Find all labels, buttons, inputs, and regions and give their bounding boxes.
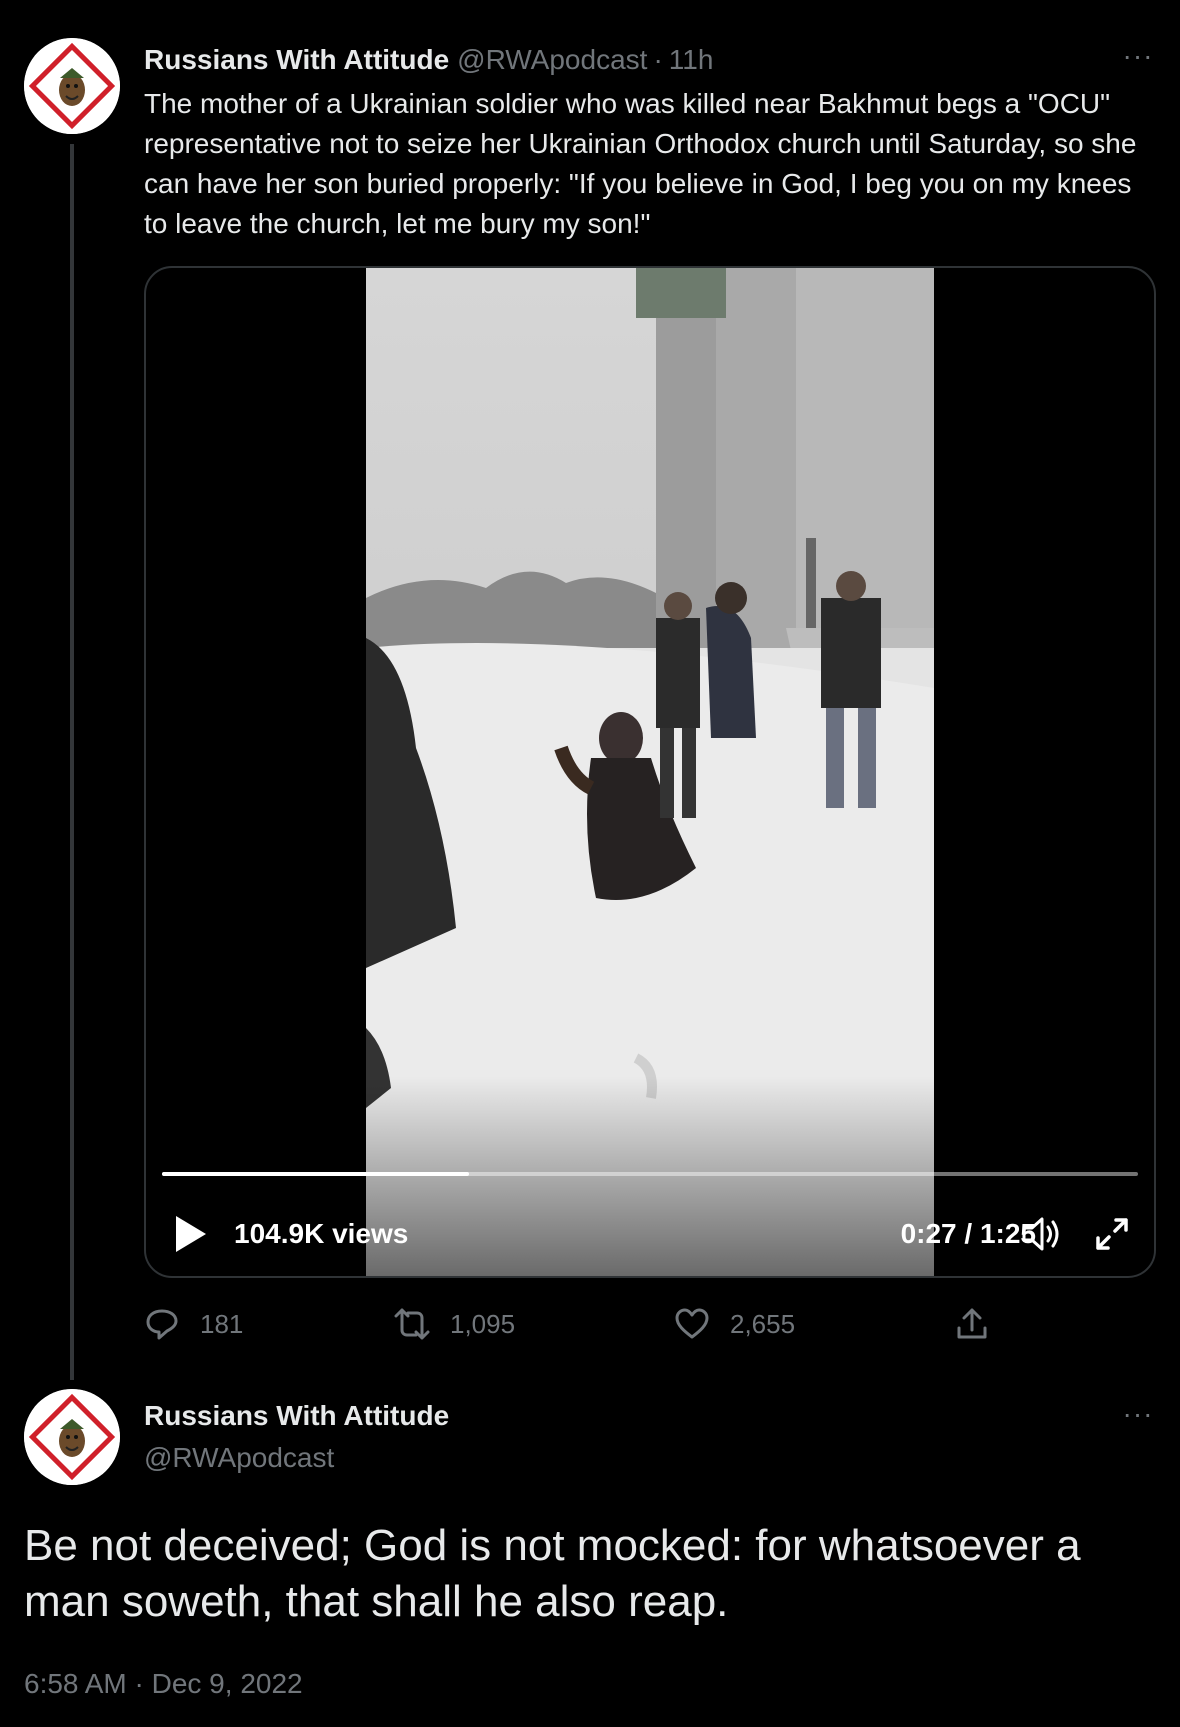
video-timecode: 0:27 / 1:25: [900, 1218, 1036, 1249]
tweet-action-bar: 181 1,095 2,655: [144, 1304, 1156, 1344]
more-icon[interactable]: ···: [1118, 40, 1158, 72]
like-count: 2,655: [730, 1308, 796, 1339]
thread-connector-line: [70, 144, 74, 1380]
separator-dot: ·: [653, 44, 663, 75]
reply-count: 181: [200, 1308, 244, 1339]
view-count: 104.9K views: [234, 1218, 409, 1249]
user-handle[interactable]: @RWApodcast: [144, 1438, 334, 1478]
share-icon: [957, 1308, 987, 1339]
video-progress-bar[interactable]: [162, 1172, 1138, 1176]
like-icon: [675, 1308, 709, 1339]
volume-icon[interactable]: [1020, 1214, 1064, 1254]
tweet-header: Russians With Attitude @RWApodcast · 11h: [144, 40, 713, 80]
tweet-time[interactable]: 11h: [669, 44, 714, 76]
rwa-logo: [24, 38, 120, 134]
tweet-text: Be not deceived; God is not mocked: for …: [24, 1521, 1081, 1626]
like-button[interactable]: 2,655: [674, 1304, 795, 1344]
reply-button[interactable]: 181: [144, 1304, 243, 1344]
play-icon[interactable]: [174, 1214, 208, 1254]
reply-icon: [146, 1309, 178, 1340]
tweet-text: The mother of a Ukrainian soldier who wa…: [144, 88, 1137, 239]
avatar[interactable]: [24, 38, 120, 134]
retweet-icon: [394, 1308, 430, 1340]
display-name[interactable]: Russians With Attitude: [144, 1396, 449, 1436]
fullscreen-icon[interactable]: [1092, 1214, 1132, 1254]
retweet-count: 1,095: [450, 1308, 516, 1339]
tweet-timestamp[interactable]: 6:58 AM · Dec 9, 2022: [24, 1664, 303, 1704]
avatar[interactable]: [24, 1389, 120, 1485]
rwa-logo: [24, 1389, 120, 1485]
more-icon[interactable]: ···: [1118, 1398, 1158, 1430]
share-button[interactable]: [954, 1304, 1010, 1344]
user-handle[interactable]: @RWApodcast: [457, 44, 647, 76]
video-player[interactable]: 104.9K views 0:27 / 1:25: [144, 266, 1156, 1278]
video-progress-fill: [162, 1172, 470, 1176]
display-name[interactable]: Russians With Attitude: [144, 44, 449, 76]
retweet-button[interactable]: 1,095: [394, 1304, 515, 1344]
tweet-thread: Russians With Attitude @RWApodcast · 11h…: [0, 0, 1180, 1727]
